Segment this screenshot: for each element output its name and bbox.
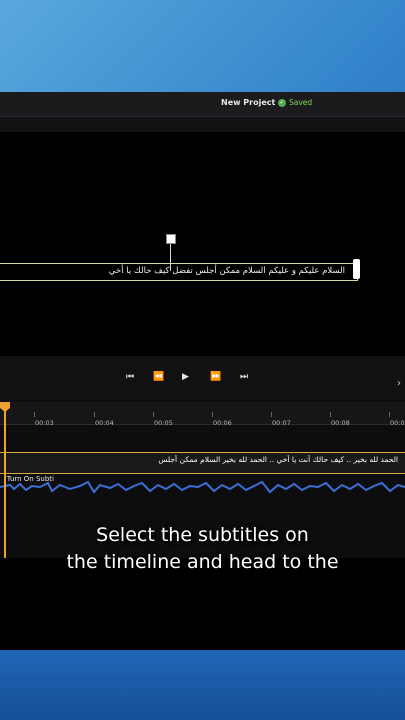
background-bottom xyxy=(0,650,405,720)
ruler-tick xyxy=(389,412,390,417)
background-top xyxy=(0,0,405,92)
subtitle-track-text[interactable]: الحمد لله بخير .. كيف حالك أنت يا أخي ..… xyxy=(0,455,398,464)
fast-forward-icon[interactable]: ⏩ xyxy=(210,372,221,382)
toolbar-strip xyxy=(0,117,405,132)
chevron-right-icon[interactable]: › xyxy=(397,378,401,389)
tick-label: 00:07 xyxy=(272,419,291,427)
ruler-tick xyxy=(94,412,95,417)
resize-handle[interactable] xyxy=(353,259,360,279)
check-icon: ✓ xyxy=(278,98,286,107)
title-bar: New Project ✓ Saved xyxy=(0,92,405,117)
ruler-tick xyxy=(330,412,331,417)
rewind-icon[interactable]: ⏪ xyxy=(153,372,164,382)
skip-forward-icon[interactable]: ⏭ xyxy=(240,372,248,382)
tutorial-caption-line-1: Select the subtitles on xyxy=(96,524,309,546)
tick-label: 00:04 xyxy=(95,419,114,427)
tick-label: 00:08 xyxy=(331,419,350,427)
tick-label: 00:05 xyxy=(154,419,173,427)
playback-controls xyxy=(0,356,405,400)
tick-label: 00:03 xyxy=(35,419,54,427)
tutorial-caption-line-2: the timeline and head to the xyxy=(66,551,339,573)
tick-label: 00:0 xyxy=(390,419,405,427)
preview-caption[interactable]: السلام عليكم و عليكم السلام ممكن أجلس تف… xyxy=(0,263,345,279)
tick-label: 00:06 xyxy=(213,419,232,427)
ruler-tick xyxy=(153,412,154,417)
ruler-tick xyxy=(34,412,35,417)
skip-back-icon[interactable]: ⏮ xyxy=(126,372,134,382)
ruler-tick xyxy=(212,412,213,417)
saved-status: ✓ Saved xyxy=(278,98,312,107)
audio-waveform[interactable] xyxy=(0,480,405,494)
project-name[interactable]: New Project xyxy=(221,98,275,107)
ruler-tick xyxy=(271,412,272,417)
play-icon[interactable]: ▶ xyxy=(182,372,189,382)
rotate-handle[interactable] xyxy=(166,234,176,244)
saved-label: Saved xyxy=(289,98,313,107)
